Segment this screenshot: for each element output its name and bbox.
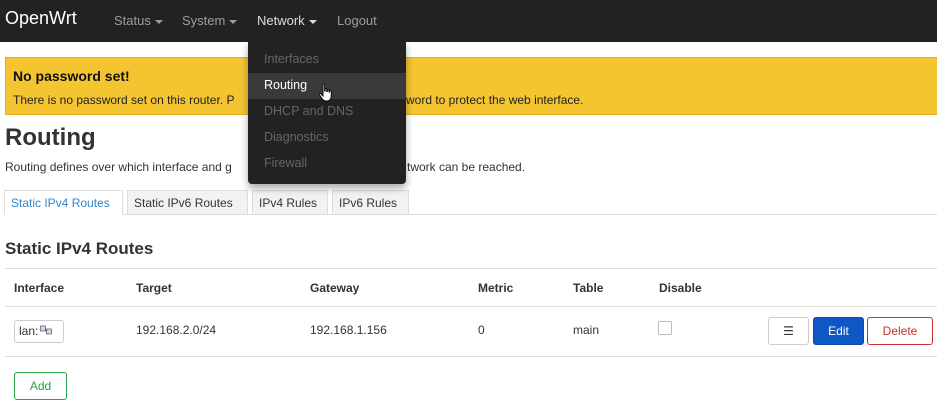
nav-network[interactable]: Network <box>257 13 317 28</box>
disable-checkbox[interactable] <box>658 321 672 335</box>
page-description-left: Routing defines over which interface and… <box>5 160 232 174</box>
hand-cursor-icon <box>318 83 332 102</box>
tab-ipv4-rules[interactable]: IPv4 Rules <box>252 190 328 215</box>
column-header-metric: Metric <box>478 281 514 295</box>
tab-static-ipv6-routes[interactable]: Static IPv6 Routes <box>127 190 248 215</box>
row-menu-button[interactable]: ☰ <box>768 317 809 345</box>
alert-text-right: word to protect the web interface. <box>406 93 584 107</box>
column-header-interface: Interface <box>14 281 65 295</box>
nav-status[interactable]: Status <box>114 13 163 28</box>
column-header-target: Target <box>136 281 172 295</box>
alert-title: No password set! <box>13 68 130 84</box>
cell-metric: 0 <box>478 323 485 337</box>
page-title: Routing <box>5 124 96 151</box>
page-description-right: twork can be reached. <box>407 160 526 174</box>
tab-ipv6-rules[interactable]: IPv6 Rules <box>332 190 409 215</box>
interface-badge: lan: <box>14 320 64 343</box>
no-password-alert: No password set! There is no password se… <box>5 57 937 115</box>
network-dropdown-menu: Interfaces Routing DHCP and DNS Diagnost… <box>248 42 406 184</box>
column-header-disable: Disable <box>659 281 702 295</box>
caret-down-icon <box>154 19 163 24</box>
nav-status-label: Status <box>114 13 151 28</box>
interface-name: lan: <box>19 324 39 338</box>
dropdown-item-interfaces[interactable]: Interfaces <box>248 47 406 73</box>
brand-logo[interactable]: OpenWrt <box>5 8 77 29</box>
caret-down-icon <box>229 19 238 24</box>
cell-table: main <box>573 323 600 337</box>
dropdown-item-firewall[interactable]: Firewall <box>248 151 406 177</box>
tab-static-ipv4-routes[interactable]: Static IPv4 Routes <box>4 190 123 215</box>
network-port-icon <box>40 325 53 335</box>
delete-button[interactable]: Delete <box>867 317 933 345</box>
cell-gateway: 192.168.1.156 <box>310 323 387 337</box>
column-header-gateway: Gateway <box>310 281 360 295</box>
nav-system[interactable]: System <box>182 13 238 28</box>
nav-network-label: Network <box>257 13 305 28</box>
nav-logout[interactable]: Logout <box>337 13 377 28</box>
edit-button[interactable]: Edit <box>813 317 864 345</box>
column-header-table: Table <box>573 281 604 295</box>
nav-system-label: System <box>182 13 226 28</box>
dropdown-item-diagnostics[interactable]: Diagnostics <box>248 125 406 151</box>
header-divider <box>5 306 937 307</box>
add-button[interactable]: Add <box>14 372 67 400</box>
cell-target: 192.168.2.0/24 <box>136 323 217 337</box>
routes-table: Interface Target Gateway Metric Table Di… <box>5 268 937 357</box>
top-navbar: OpenWrt Status System Network Logout <box>0 0 937 42</box>
caret-down-icon <box>308 19 317 24</box>
section-title: Static IPv4 Routes <box>5 239 154 258</box>
row-divider <box>5 356 937 357</box>
alert-text-left: There is no password set on this router.… <box>13 93 235 107</box>
